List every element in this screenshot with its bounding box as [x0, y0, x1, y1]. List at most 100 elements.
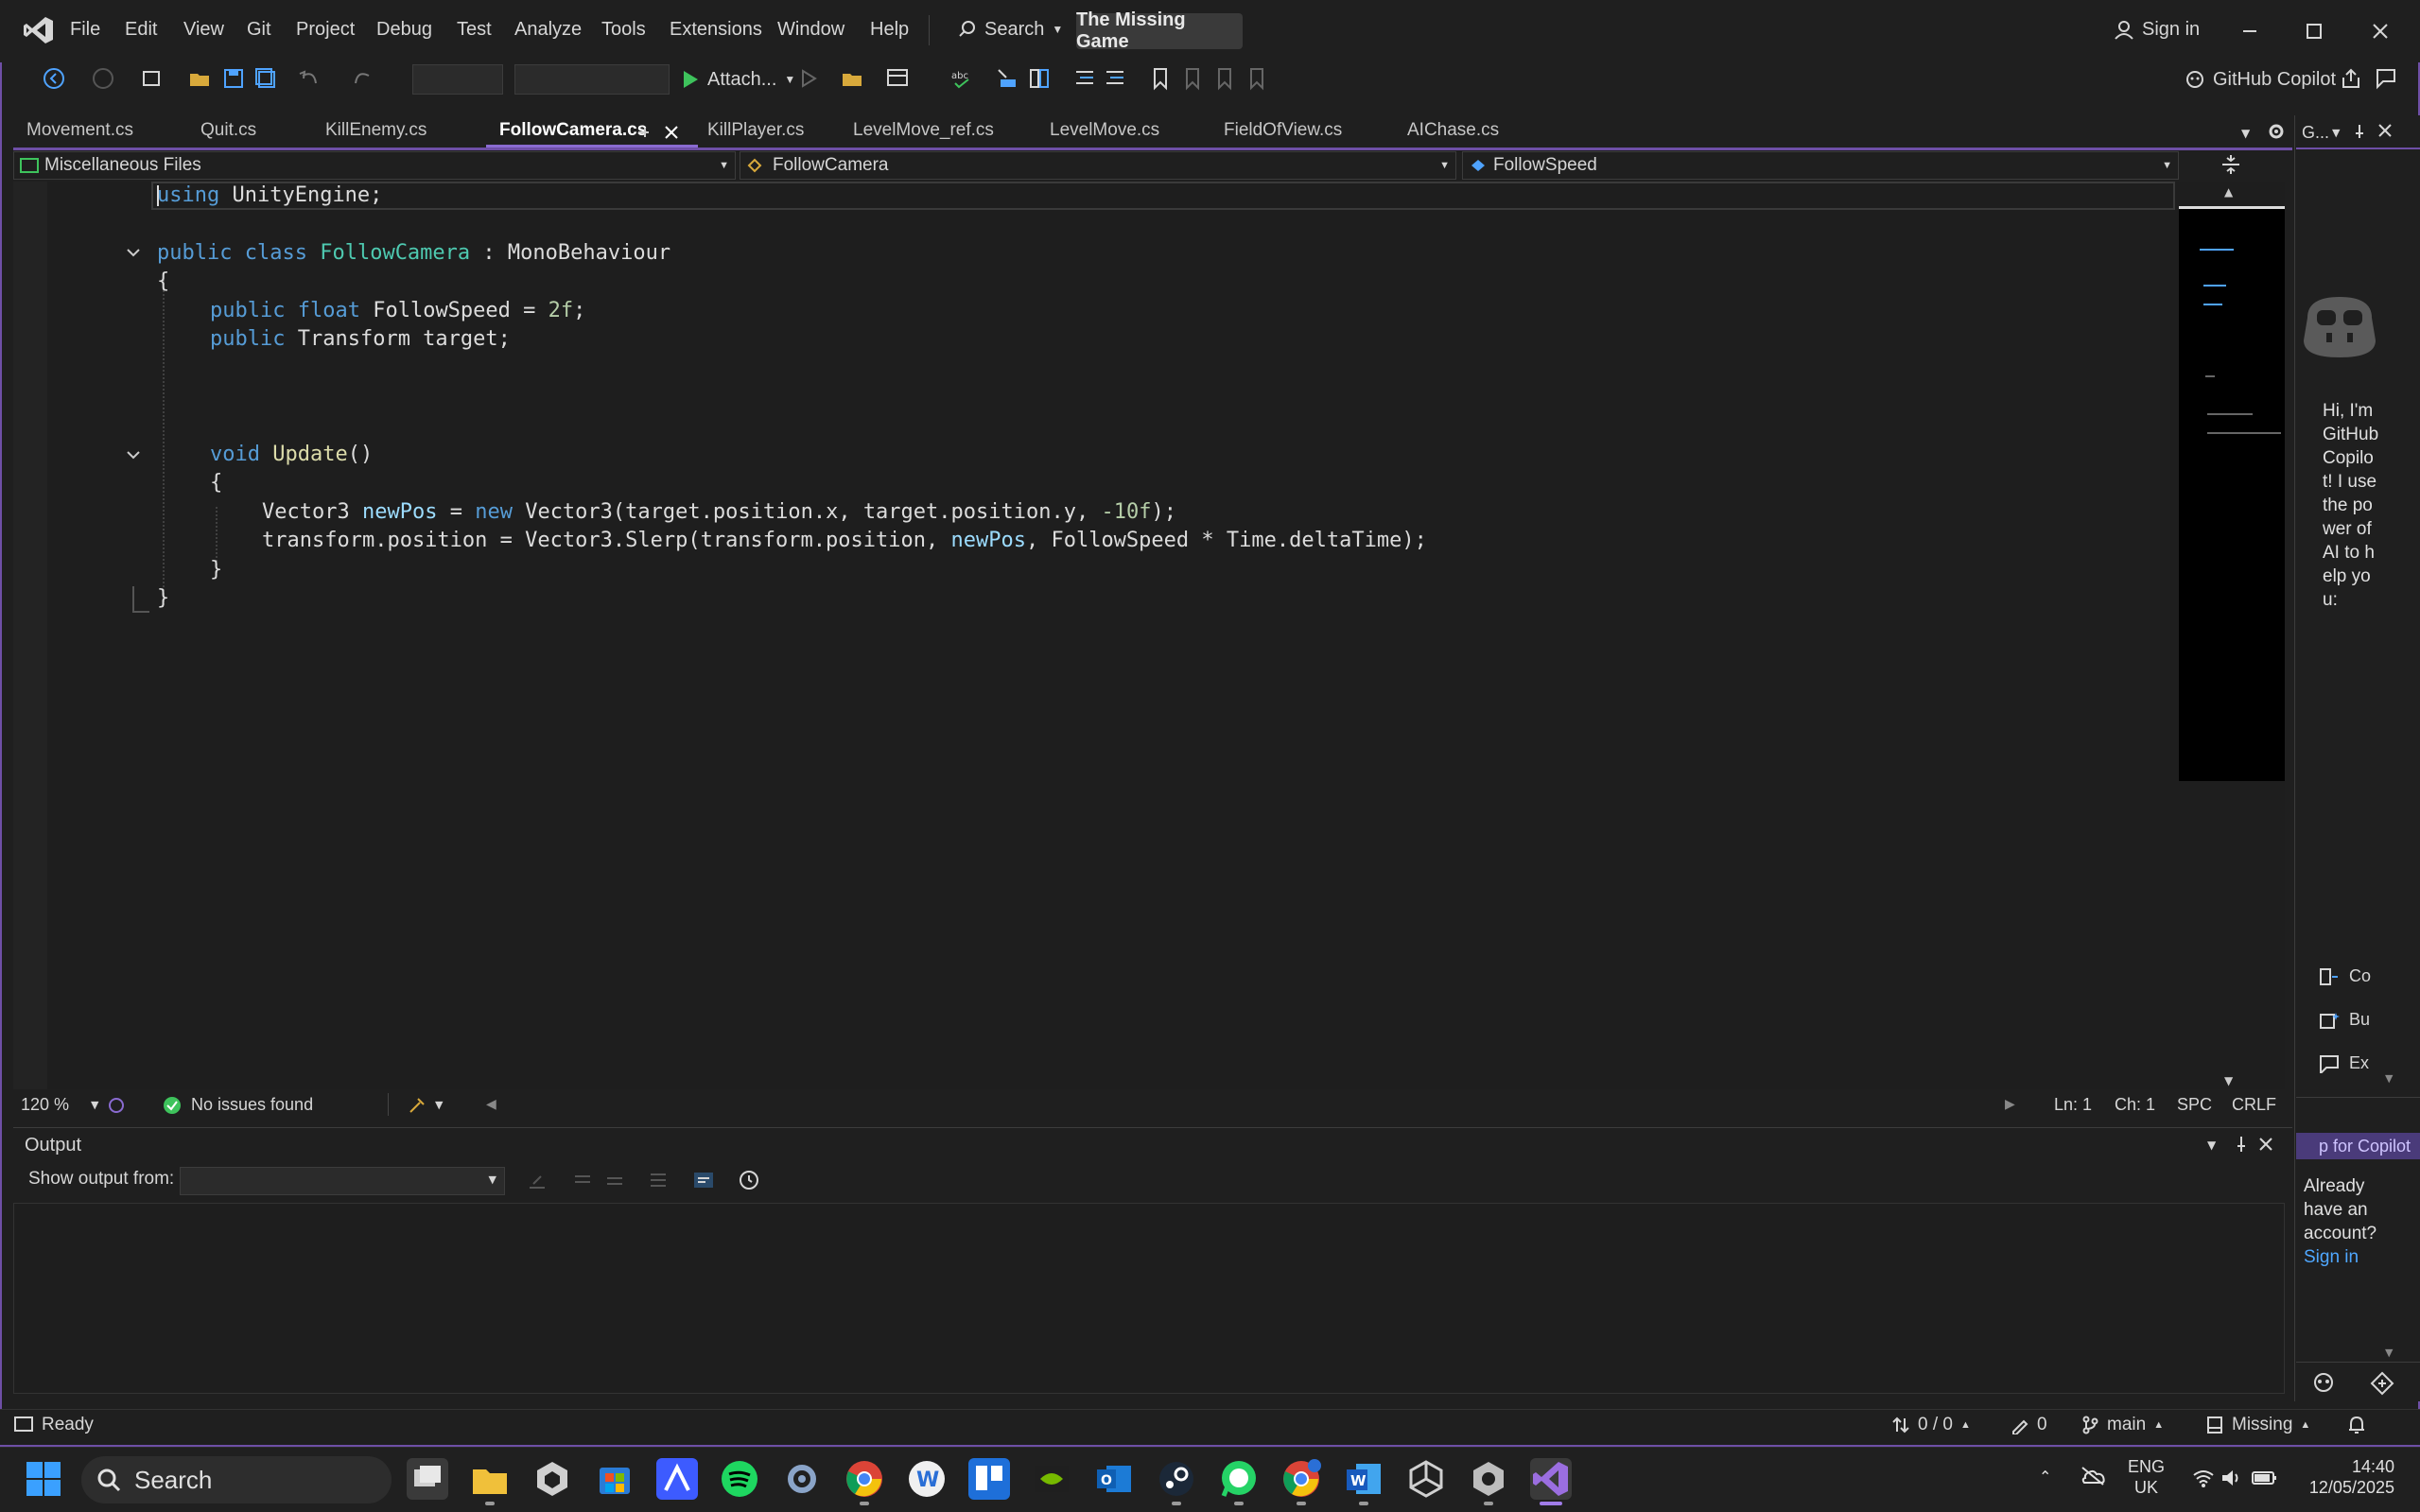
- comment-icon[interactable]: [1072, 66, 1097, 91]
- menu-view[interactable]: View: [183, 19, 224, 41]
- code-area[interactable]: using UnityEngine; public class FollowCa…: [157, 182, 2171, 617]
- menu-test[interactable]: Test: [457, 19, 492, 41]
- file-explorer-icon[interactable]: [469, 1458, 511, 1500]
- word-icon[interactable]: W: [1343, 1458, 1384, 1500]
- outlook-icon[interactable]: O: [1093, 1458, 1135, 1500]
- split-editor-icon[interactable]: [2220, 153, 2241, 176]
- clear-all-icon[interactable]: [647, 1169, 670, 1191]
- copilot-action-build[interactable]: Bu: [2319, 1010, 2413, 1030]
- gear-icon[interactable]: [2266, 121, 2287, 142]
- attach-button[interactable]: Attach... ▼: [681, 64, 795, 95]
- code-cleanup-icon[interactable]: [407, 1095, 427, 1116]
- copilot-signup-button[interactable]: p for Copilot: [2296, 1133, 2420, 1159]
- indent-mode[interactable]: SPC: [2177, 1095, 2212, 1115]
- microsoft-store-icon[interactable]: [594, 1458, 635, 1500]
- show-hidden-icons[interactable]: ⌃: [2039, 1468, 2051, 1486]
- member-dropdown[interactable]: FollowSpeed ▼: [1462, 151, 2179, 180]
- menu-extensions[interactable]: Extensions: [670, 19, 762, 41]
- project-dropdown[interactable]: Miscellaneous Files ▼: [13, 151, 736, 180]
- copilot-panel-title[interactable]: G...: [2302, 123, 2329, 143]
- save-icon[interactable]: [221, 66, 246, 91]
- uncomment-icon[interactable]: [1103, 66, 1127, 91]
- scroll-left-icon[interactable]: ◀: [486, 1097, 496, 1112]
- volume-icon[interactable]: [2220, 1468, 2243, 1488]
- tab-overflow-icon[interactable]: ▼: [2241, 127, 2250, 140]
- columns-icon[interactable]: [1027, 66, 1052, 91]
- layout-icon[interactable]: [885, 66, 910, 91]
- windows-start-icon[interactable]: [26, 1462, 61, 1496]
- tab-levelmove[interactable]: LevelMove.cs: [1036, 115, 1173, 148]
- spell-check-icon[interactable]: abc: [949, 66, 974, 91]
- nvidia-icon[interactable]: [1031, 1458, 1072, 1500]
- back-icon[interactable]: [42, 66, 66, 91]
- tab-fieldofview[interactable]: FieldOfView.cs: [1210, 115, 1355, 148]
- bookmark-icon[interactable]: [1148, 66, 1173, 91]
- scroll-down-icon[interactable]: ▼: [2385, 1347, 2393, 1359]
- line-number[interactable]: Ln: 1: [2054, 1095, 2092, 1115]
- collapse-method-icon[interactable]: [125, 446, 142, 463]
- visual-studio-taskbar-icon[interactable]: [1530, 1458, 1572, 1500]
- pending-edits-status[interactable]: 0: [2011, 1415, 2047, 1435]
- collapse-class-icon[interactable]: [125, 244, 142, 261]
- whatsapp-icon[interactable]: [1218, 1458, 1260, 1500]
- wattpad-icon[interactable]: W: [906, 1458, 948, 1500]
- battery-icon[interactable]: [2251, 1468, 2277, 1488]
- zoom-dropdown-icon[interactable]: ▼: [91, 1099, 98, 1111]
- menu-tools[interactable]: Tools: [601, 19, 646, 41]
- scroll-up-icon[interactable]: ▲: [2224, 185, 2233, 199]
- clock-icon[interactable]: [738, 1169, 760, 1191]
- next-bookmark-icon[interactable]: [1212, 66, 1237, 91]
- unity-icon[interactable]: [1405, 1458, 1447, 1500]
- menu-analyze[interactable]: Analyze: [514, 19, 582, 41]
- steam-icon[interactable]: [1156, 1458, 1197, 1500]
- find-message-icon[interactable]: [526, 1169, 548, 1191]
- scroll-down-icon[interactable]: ▼: [2224, 1074, 2233, 1087]
- configuration-dropdown[interactable]: [412, 64, 503, 95]
- output-source-dropdown[interactable]: ▼: [180, 1167, 505, 1195]
- prev-message-icon[interactable]: [571, 1169, 594, 1191]
- menu-file[interactable]: File: [70, 19, 100, 41]
- trello-icon[interactable]: [968, 1458, 1010, 1500]
- search-button[interactable]: Search ▼: [949, 13, 1072, 45]
- unity-hub-icon[interactable]: [531, 1458, 573, 1500]
- notifications-icon[interactable]: [2347, 1415, 2366, 1435]
- prev-bookmark-icon[interactable]: [1180, 66, 1205, 91]
- menu-project[interactable]: Project: [296, 19, 355, 41]
- maximize-button[interactable]: [2300, 17, 2328, 45]
- tab-killplayer[interactable]: KillPlayer.cs: [694, 115, 817, 148]
- forward-icon[interactable]: [91, 66, 115, 91]
- chevron-down-icon[interactable]: ▼: [2332, 127, 2340, 139]
- sign-in-button[interactable]: Sign in: [2114, 19, 2200, 41]
- close-panel-icon[interactable]: [2256, 1135, 2275, 1154]
- language-indicator[interactable]: ENG UK: [2128, 1456, 2165, 1498]
- start-without-debug-icon[interactable]: [796, 66, 821, 91]
- close-icon[interactable]: [2376, 121, 2394, 140]
- column-number[interactable]: Ch: 1: [2115, 1095, 2155, 1115]
- zoom-level[interactable]: 120 %: [21, 1095, 69, 1115]
- minimize-button[interactable]: [2236, 17, 2264, 45]
- close-tab-icon[interactable]: [662, 123, 681, 142]
- spotify-icon[interactable]: [719, 1458, 760, 1500]
- solution-name[interactable]: The Missing Game: [1076, 9, 1243, 52]
- copilot-status-icon[interactable]: [106, 1095, 127, 1116]
- platform-dropdown[interactable]: [514, 64, 670, 95]
- type-dropdown[interactable]: FollowCamera ▼: [740, 151, 1456, 180]
- task-view-icon[interactable]: [407, 1458, 448, 1500]
- chrome-profile-icon[interactable]: [1280, 1458, 1322, 1500]
- branch-status[interactable]: main ▲: [2081, 1415, 2164, 1435]
- minimap-viewport[interactable]: [2179, 206, 2285, 781]
- feedback-icon[interactable]: [2374, 66, 2398, 91]
- copilot-signin-link[interactable]: Sign in: [2304, 1247, 2359, 1267]
- save-all-icon[interactable]: [253, 66, 278, 91]
- close-window-button[interactable]: [2366, 17, 2394, 45]
- output-text-area[interactable]: [13, 1203, 2285, 1394]
- undo-icon[interactable]: [297, 66, 322, 91]
- git-changes-status[interactable]: 0 / 0 ▲: [1891, 1415, 1971, 1435]
- scroll-right-icon[interactable]: ▶: [2005, 1097, 2015, 1112]
- pin-panel-icon[interactable]: [2232, 1135, 2251, 1154]
- unity-editor-icon[interactable]: [1468, 1458, 1509, 1500]
- wifi-icon[interactable]: [2192, 1468, 2215, 1488]
- copilot-action-chat[interactable]: Co: [2319, 966, 2413, 986]
- clear-bookmarks-icon[interactable]: [1245, 66, 1269, 91]
- word-wrap-icon[interactable]: [692, 1169, 715, 1191]
